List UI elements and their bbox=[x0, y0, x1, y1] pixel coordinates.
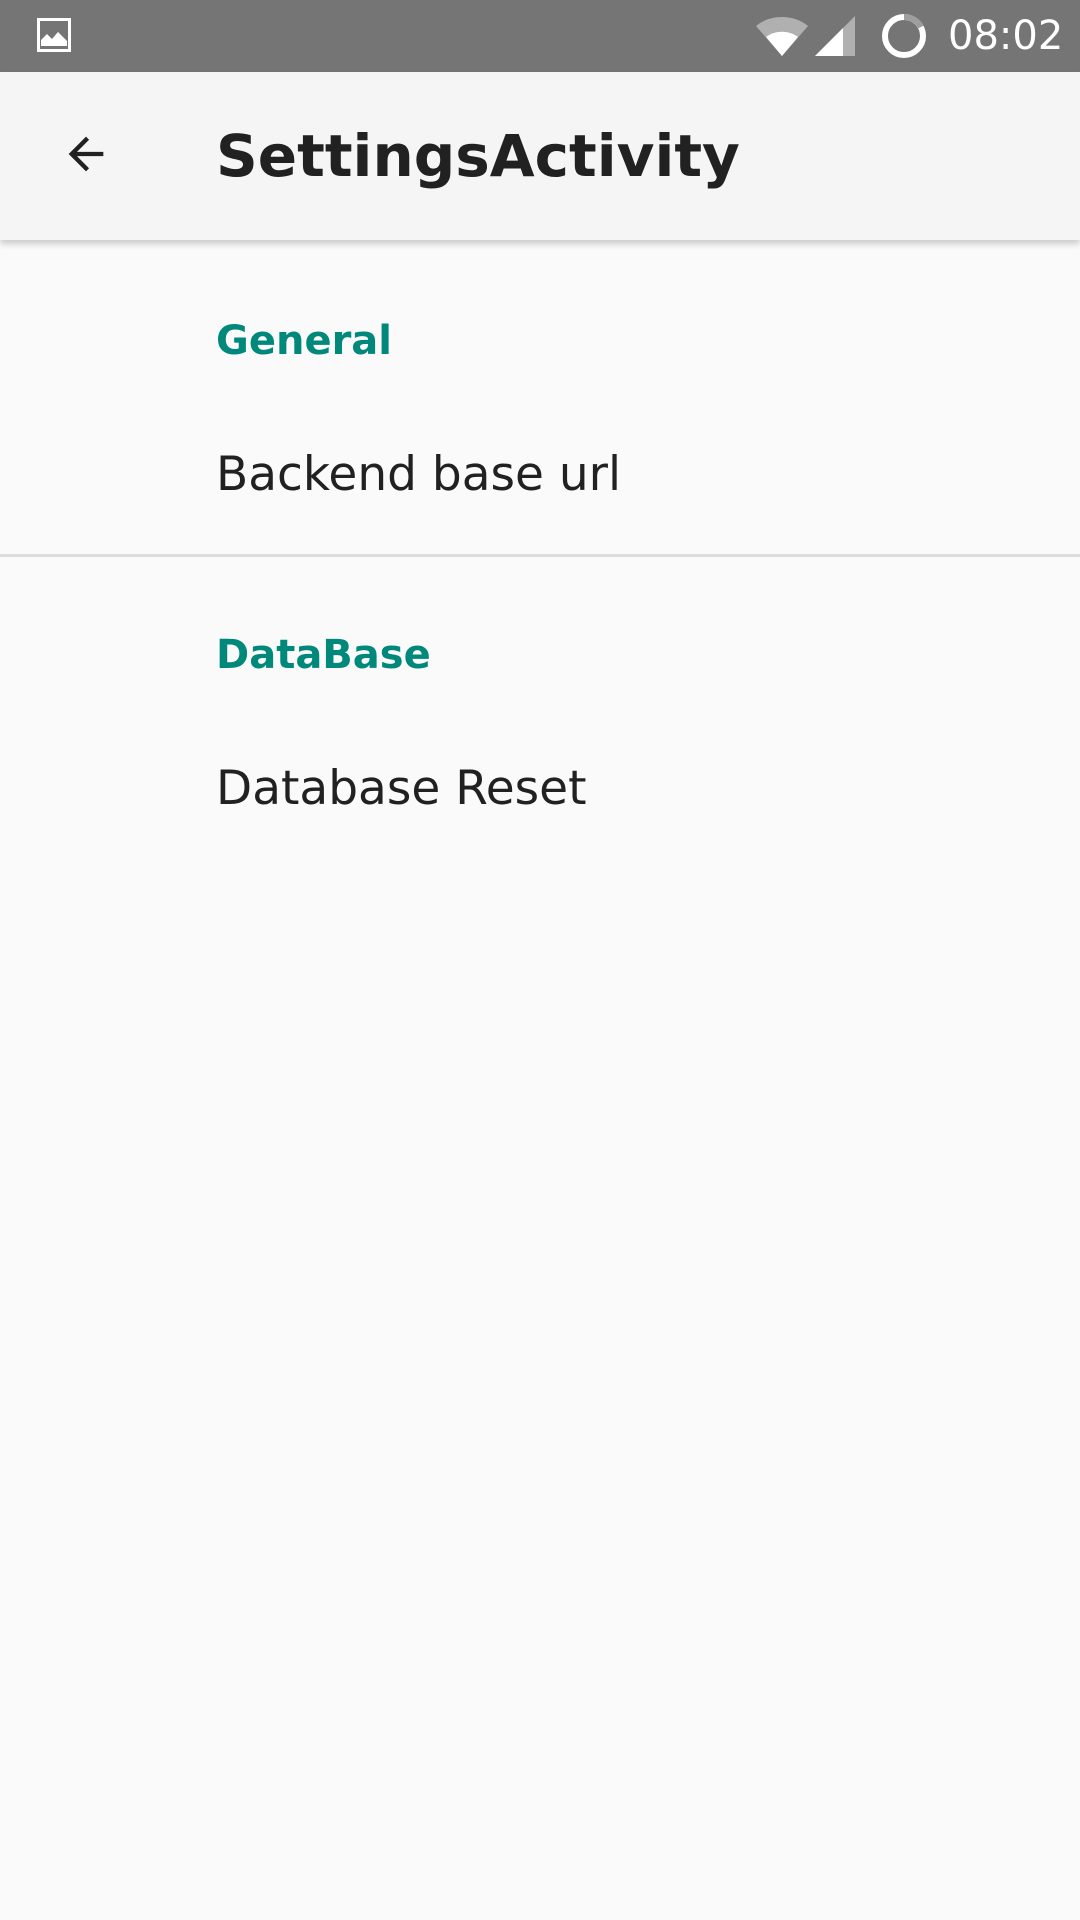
cell-signal-icon bbox=[815, 16, 855, 56]
preference-item-backend-base-url[interactable]: Backend base url bbox=[0, 410, 1080, 540]
wifi-icon bbox=[756, 17, 808, 56]
battery-charging-icon bbox=[882, 13, 926, 58]
back-button[interactable] bbox=[44, 112, 128, 196]
settings-screen: 08:02 SettingsActivity General Backend b… bbox=[0, 0, 1080, 1920]
category-divider bbox=[0, 554, 1080, 557]
arrow-back-icon bbox=[68, 136, 104, 172]
image-notification-icon bbox=[37, 18, 71, 52]
category-header-database: DataBase bbox=[216, 632, 431, 678]
preference-title: Backend base url bbox=[216, 447, 622, 502]
status-time: 08:02 bbox=[948, 13, 1064, 59]
category-header-general: General bbox=[216, 318, 392, 364]
app-bar: SettingsActivity bbox=[0, 72, 1080, 240]
status-bar: 08:02 bbox=[0, 0, 1080, 72]
preference-title: Database Reset bbox=[216, 761, 587, 816]
preference-item-database-reset[interactable]: Database Reset bbox=[0, 724, 1080, 854]
page-title: SettingsActivity bbox=[216, 122, 740, 190]
